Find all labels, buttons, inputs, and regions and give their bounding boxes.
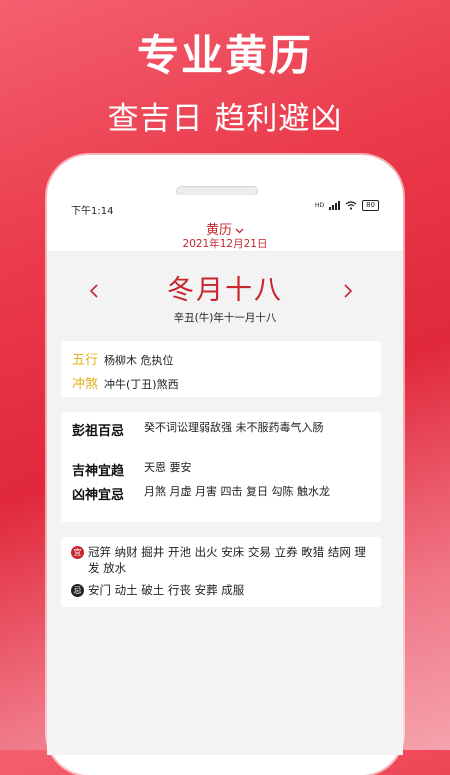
promo-title: 专业黄历 xyxy=(136,31,313,80)
ji-value: 安门 动土 破土 行丧 安葬 成服 xyxy=(88,583,245,597)
ganzhi-date: 辛丑(牛)年十一月十八 xyxy=(173,312,277,324)
battery-icon: 80 xyxy=(362,200,379,211)
jishen-label: 吉神宜趋 xyxy=(72,464,125,479)
chongsha-value: 冲牛(丁丑)煞西 xyxy=(104,378,179,391)
pengzu-card: 彭祖百忌 癸不词讼理弱敌强 未不服药毒气入肠 吉神宜趋 天恩 要安 凶神宜忌 月… xyxy=(61,412,381,522)
pengzu-row: 彭祖百忌 癸不词讼理弱敌强 未不服药毒气入肠 xyxy=(72,420,372,439)
wuxing-row: 五行 杨柳木 危执位 xyxy=(72,349,174,368)
status-bar: 下午1:14 HD 80 xyxy=(47,195,403,219)
ji-badge: 忌 xyxy=(71,584,84,597)
next-day-arrow-icon[interactable] xyxy=(343,284,353,298)
date-panel: 冬月十八 辛丑(牛)年十一月十八 xyxy=(47,252,403,332)
yi-badge: 宜 xyxy=(71,546,84,559)
hd-indicator: HD xyxy=(314,202,325,209)
signal-icon xyxy=(329,201,341,210)
yi-row: 宜 冠笄 纳财 掘井 开池 出火 安床 交易 立券 畋猎 结网 理发 放水 xyxy=(71,544,373,576)
xiongshen-label: 凶神宜忌 xyxy=(72,488,125,503)
yiji-card: 宜 冠笄 纳财 掘井 开池 出火 安床 交易 立券 畋猎 结网 理发 放水 忌 … xyxy=(61,537,381,607)
jishen-value: 天恩 要安 xyxy=(144,461,192,474)
promo-subtitle: 查吉日 趋利避凶 xyxy=(107,101,343,137)
chongsha-row: 冲煞 冲牛(丁丑)煞西 xyxy=(72,373,179,392)
pengzu-label: 彭祖百忌 xyxy=(72,424,125,439)
chongsha-label: 冲煞 xyxy=(72,377,99,392)
jishen-row: 吉神宜趋 天恩 要安 xyxy=(72,460,372,479)
header-date: 2021年12月21日 xyxy=(182,238,268,250)
ji-row: 忌 安门 动土 破土 行丧 安葬 成服 xyxy=(71,582,373,598)
yi-value: 冠笄 纳财 掘井 开池 出火 安床 交易 立券 畋猎 结网 理发 放水 xyxy=(88,545,367,575)
chevron-down-icon xyxy=(235,228,244,233)
status-time: 下午1:14 xyxy=(71,206,114,217)
xiongshen-value: 月煞 月虚 月害 四击 复日 勾陈 触水龙 xyxy=(144,485,330,498)
status-icons: HD 80 xyxy=(315,200,379,211)
wuxing-card: 五行 杨柳木 危执位 冲煞 冲牛(丁丑)煞西 xyxy=(61,341,381,397)
pengzu-value: 癸不词讼理弱敌强 未不服药毒气入肠 xyxy=(144,421,324,434)
xiongshen-row: 凶神宜忌 月煞 月虚 月害 四击 复日 勾陈 触水龙 xyxy=(72,484,372,503)
app-header: 黄历 2021年12月21日 xyxy=(47,219,403,252)
phone-screen: 下午1:14 HD 80 黄历 2021年12月21日 冬月十八 辛丑(牛)年十… xyxy=(47,195,403,755)
wifi-icon xyxy=(345,201,357,210)
wuxing-label: 五行 xyxy=(72,353,99,368)
wuxing-value: 杨柳木 危执位 xyxy=(104,354,174,367)
